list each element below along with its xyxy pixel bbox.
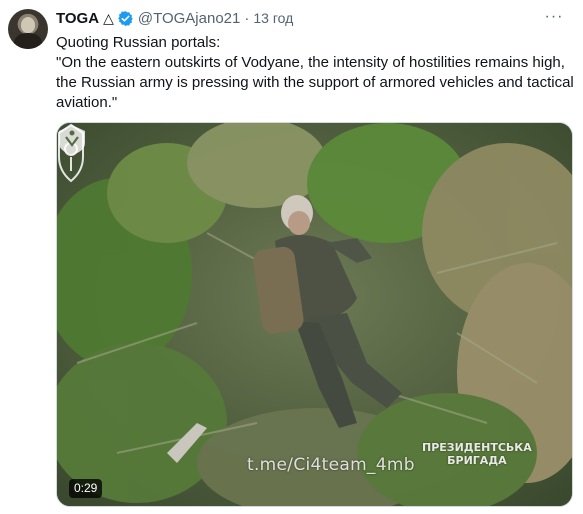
author-handle[interactable]: @TOGAjano21: [138, 10, 241, 27]
tweet-text-line1: Quoting Russian portals:: [56, 34, 221, 51]
video-duration-badge: 0:29: [69, 479, 103, 498]
more-options-icon[interactable]: ···: [536, 6, 572, 28]
brigade-caption-line2: БРИГАДА: [447, 454, 507, 467]
avatar-figure-body: [14, 33, 42, 49]
brigade-caption-line1: ПРЕЗИДЕНТСЬКА: [422, 441, 532, 454]
video-player[interactable]: t.me/Ci4team_4mb ПРЕЗИДЕНТСЬКА БРИГАДА 0…: [56, 122, 573, 507]
tweet-text-quote: "On the eastern outskirts of Vodyane, th…: [56, 54, 574, 111]
tweet-card[interactable]: TOGA △ @TOGAjano21 · 13 год ··· Quoting …: [0, 0, 583, 514]
tweet-timestamp[interactable]: 13 год: [253, 10, 293, 26]
author-avatar[interactable]: [8, 9, 48, 49]
author-name[interactable]: TOGA: [56, 10, 99, 27]
verified-badge-icon: [118, 10, 133, 26]
brigade-emblem-right-icon: [59, 125, 85, 155]
separator-dot: ·: [244, 9, 250, 27]
tweet-header: TOGA △ @TOGAjano21 · 13 год: [56, 8, 293, 28]
avatar-figure-face: [21, 17, 35, 33]
brigade-caption: ПРЕЗИДЕНТСЬКА БРИГАДА: [422, 441, 532, 467]
author-name-symbol: △: [103, 9, 114, 26]
watermark-url: t.me/Ci4team_4mb: [247, 455, 415, 475]
tweet-text: Quoting Russian portals: "On the eastern…: [56, 33, 576, 113]
